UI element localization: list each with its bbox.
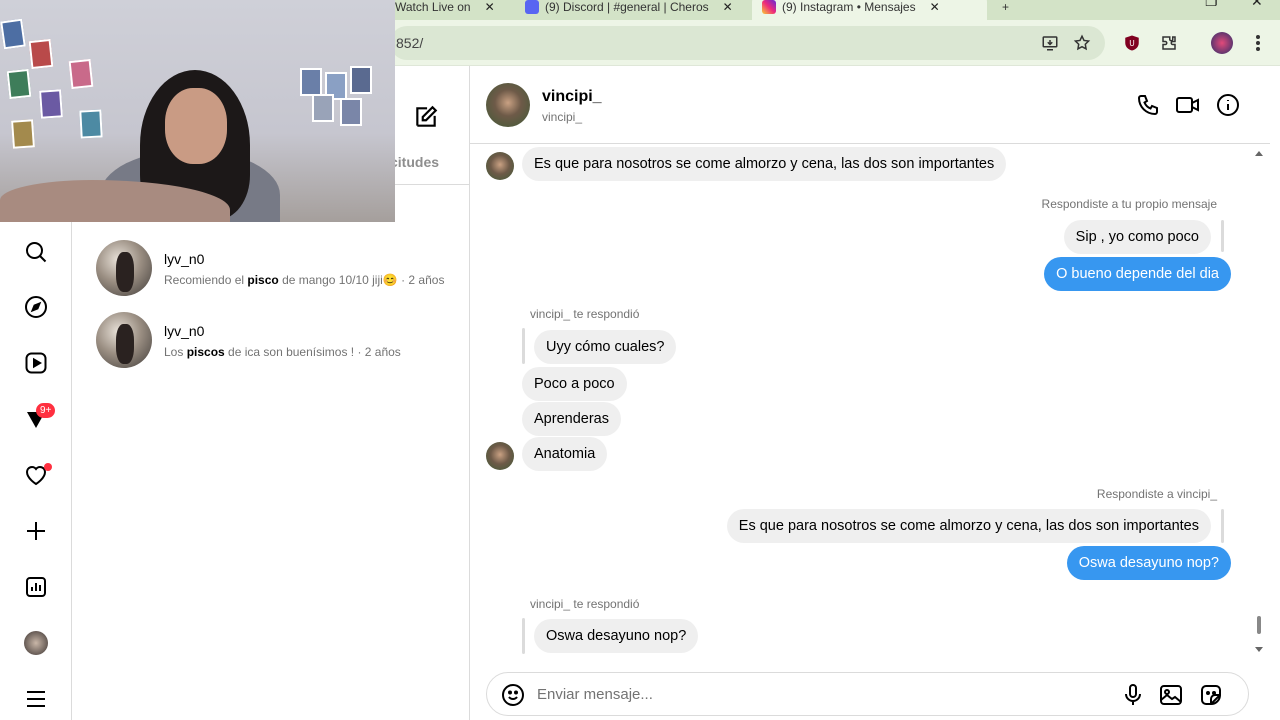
new-message-icon[interactable]	[413, 104, 439, 135]
conversation-name: lyv_n0	[164, 251, 205, 267]
reels-icon[interactable]	[20, 347, 52, 379]
more-menu-icon[interactable]	[20, 683, 52, 715]
profile-avatar[interactable]	[20, 627, 52, 659]
profile-avatar[interactable]	[1210, 31, 1234, 55]
message-sent[interactable]: O bueno depende del dia	[1044, 257, 1231, 291]
chat-pane: vincipi_ vincipi_ Es que para nosotros s…	[470, 66, 1280, 720]
address-bar[interactable]: 852/	[390, 26, 1105, 60]
message-sent[interactable]: Oswa desayuno nop?	[1066, 546, 1231, 580]
chat-name[interactable]: vincipi_	[542, 88, 602, 106]
close-tab-icon[interactable]: ✕	[930, 0, 940, 14]
message-replied[interactable]: Es que para nosotros se come almorzo y c…	[726, 509, 1211, 543]
chat-scrollbar[interactable]	[1254, 150, 1264, 656]
install-app-icon[interactable]	[1038, 31, 1062, 55]
message-composer	[486, 672, 1249, 716]
avatar[interactable]	[486, 83, 530, 127]
message-received[interactable]: Es que para nosotros se come almorzo y c…	[522, 147, 1007, 181]
explore-compass-icon[interactable]	[20, 291, 52, 323]
new-tab-button[interactable]: +	[992, 0, 1022, 20]
message-replied[interactable]: Sip , yo como poco	[1063, 220, 1211, 254]
reply-label: vincipi_ te respondió	[530, 307, 640, 321]
reply-bar	[522, 618, 525, 654]
browser-menu-icon[interactable]	[1246, 31, 1270, 55]
close-tab-icon[interactable]: ✕	[485, 0, 495, 14]
svg-text:U: U	[1129, 39, 1135, 48]
ublock-extension-icon[interactable]: U	[1120, 31, 1144, 55]
message-input[interactable]	[537, 683, 1097, 705]
restore-window-icon[interactable]: ❐	[1205, 0, 1218, 10]
video-call-icon[interactable]	[1175, 92, 1201, 118]
reply-bar	[1221, 509, 1224, 543]
message-received[interactable]: Poco a poco	[522, 367, 627, 401]
search-icon[interactable]	[20, 236, 52, 268]
chat-header: vincipi_ vincipi_	[470, 66, 1270, 144]
notification-dot	[44, 463, 52, 471]
image-icon[interactable]	[1159, 683, 1183, 707]
avatar	[96, 240, 152, 296]
phone-call-icon[interactable]	[1135, 92, 1161, 118]
reply-label: vincipi_ te respondió	[530, 597, 640, 611]
close-window-icon[interactable]: ✕	[1251, 0, 1263, 10]
discord-icon	[525, 0, 539, 14]
conversation-item[interactable]: lyv_n0 Los piscos de ica son buenísimos …	[96, 312, 466, 368]
conversation-preview: Los piscos de ica son buenísimos ! · 2 a…	[164, 345, 401, 359]
message-replied[interactable]: Uyy cómo cuales?	[534, 330, 677, 364]
emoji-icon[interactable]	[501, 683, 525, 707]
instagram-icon	[762, 0, 776, 14]
microphone-icon[interactable]	[1121, 683, 1145, 707]
notifications-badge: 9+	[36, 403, 56, 418]
conversation-name: lyv_n0	[164, 323, 205, 339]
tab-watch-live[interactable]: Watch Live on ✕	[385, 0, 515, 20]
create-plus-icon[interactable]	[20, 515, 52, 547]
dashboard-icon[interactable]	[20, 571, 52, 603]
message-received[interactable]: Anatomia	[522, 437, 608, 471]
reply-bar	[522, 328, 525, 364]
chat-username: vincipi_	[542, 110, 583, 124]
reply-bar	[1221, 220, 1224, 252]
close-tab-icon[interactable]: ✕	[723, 0, 733, 14]
sticker-icon[interactable]	[1199, 683, 1223, 707]
conversation-item[interactable]: lyv_n0 Recomiendo el pisco de mango 10/1…	[96, 240, 466, 296]
message-replied[interactable]: Oswa desayuno nop?	[534, 619, 699, 653]
bookmark-star-icon[interactable]	[1070, 31, 1094, 55]
tab-requests[interactable]: citudes	[390, 154, 439, 170]
webcam-overlay	[0, 0, 395, 222]
info-icon[interactable]	[1215, 92, 1241, 118]
conversation-preview: Recomiendo el pisco de mango 10/10 jiji😊…	[164, 273, 445, 287]
avatar	[486, 442, 514, 470]
avatar	[96, 312, 152, 368]
avatar	[486, 152, 514, 180]
tab-instagram[interactable]: (9) Instagram • Mensajes ✕	[752, 0, 987, 20]
tab-discord[interactable]: (9) Discord | #general | Cheros ✕	[515, 0, 750, 20]
message-received[interactable]: Aprenderas	[522, 402, 621, 436]
extensions-puzzle-icon[interactable]	[1157, 31, 1181, 55]
reply-label: Respondiste a tu propio mensaje	[1041, 197, 1217, 211]
reply-label: Respondiste a vincipi_	[1096, 487, 1217, 501]
